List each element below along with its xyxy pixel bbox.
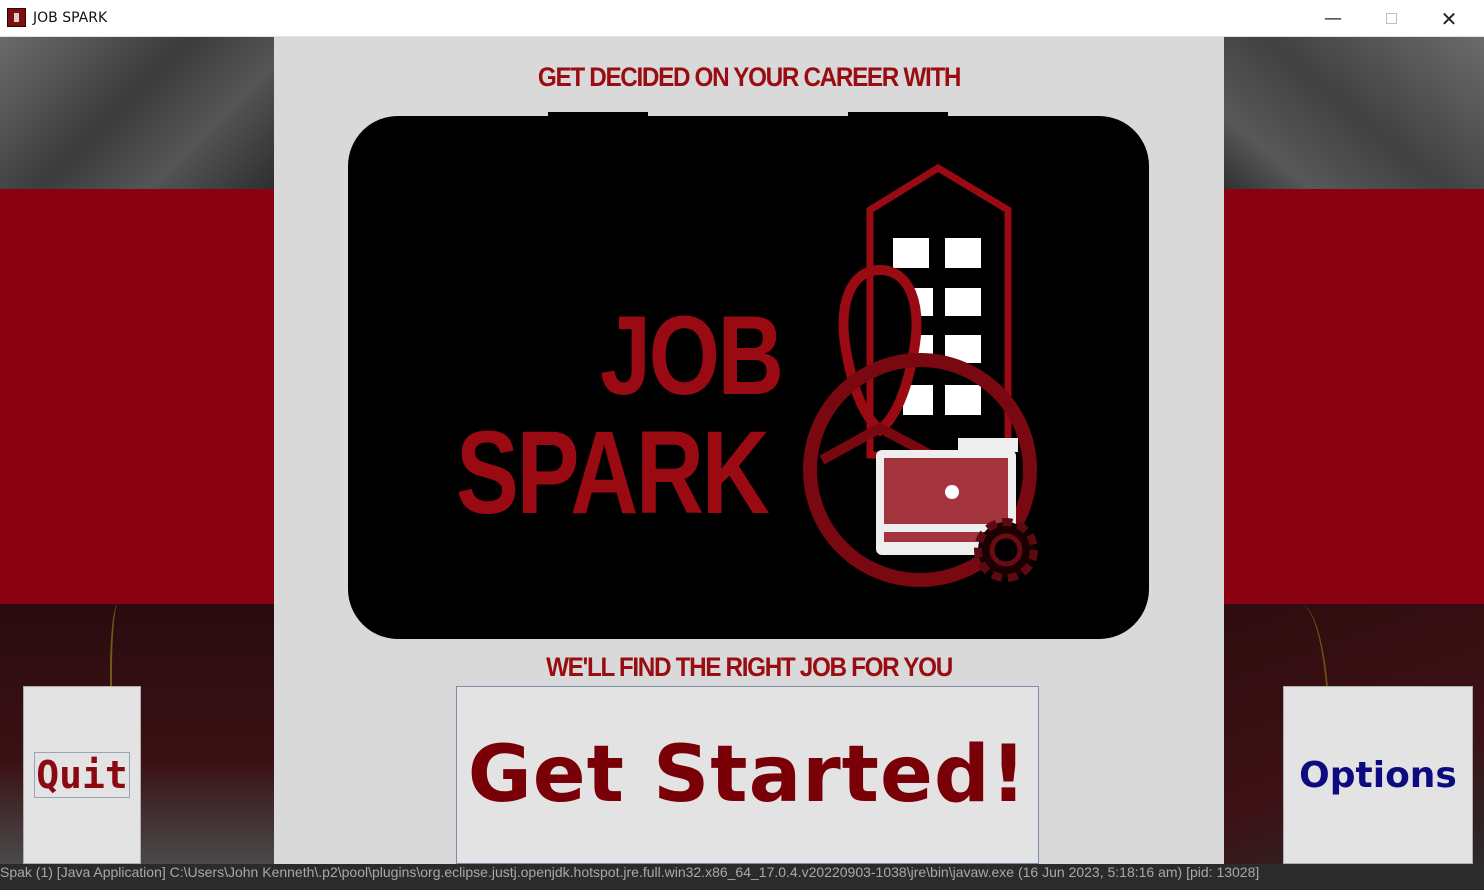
get-started-button-label: Get Started! (467, 730, 1028, 820)
building-person-briefcase-icon (803, 163, 1038, 587)
quit-button[interactable]: Quit (23, 686, 141, 864)
window-title: JOB SPARK (33, 10, 108, 26)
get-started-button[interactable]: Get Started! (456, 686, 1039, 864)
tagline-top: GET DECIDED ON YOUR CAREER WITH (537, 62, 961, 92)
console-status-strip: Spak (1) [Java Application] C:\Users\Joh… (0, 864, 1484, 890)
minimize-button[interactable]: — (1304, 0, 1362, 37)
app-icon (7, 8, 26, 27)
background-texture-left-top (0, 37, 274, 189)
logo-text-job: JOB (600, 293, 784, 418)
close-icon: ✕ (1440, 6, 1458, 31)
quit-button-label: Quit (34, 752, 130, 798)
logo-text-spark: SPARK (456, 407, 770, 539)
options-button-label: Options (1299, 754, 1457, 796)
tagline-bottom: WE'LL FIND THE RIGHT JOB FOR YOU (546, 652, 953, 682)
background-texture-right-top (1224, 37, 1484, 189)
options-button[interactable]: Options (1283, 686, 1473, 864)
window-title-bar: JOB SPARK — ✕ (0, 0, 1484, 37)
console-text: Spak (1) [Java Application] C:\Users\Joh… (0, 864, 1260, 880)
maximize-icon (1385, 13, 1397, 24)
close-button[interactable]: ✕ (1420, 0, 1478, 37)
minimize-icon: — (1324, 8, 1342, 29)
maximize-button[interactable] (1362, 0, 1420, 37)
